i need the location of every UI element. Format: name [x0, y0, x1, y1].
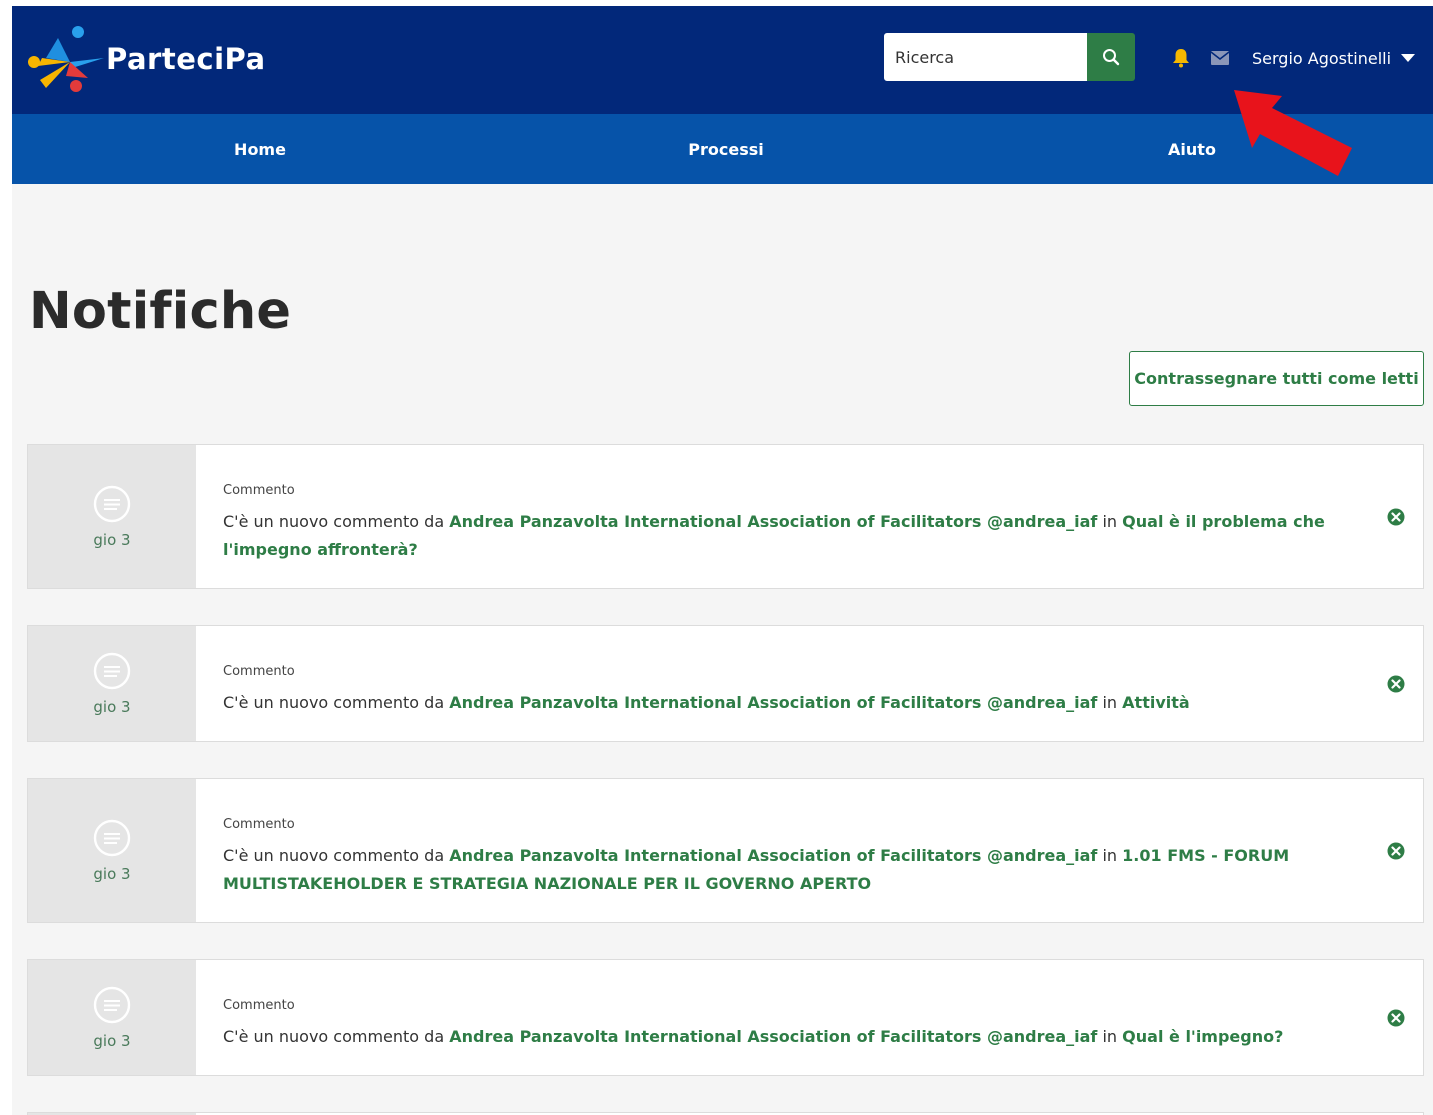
- search-input[interactable]: [884, 33, 1088, 81]
- notification-type: Commento: [223, 664, 295, 679]
- notification-date: gio 3: [93, 1032, 131, 1050]
- nav-item-home[interactable]: Home: [12, 114, 508, 184]
- notification-type: Commento: [223, 998, 295, 1013]
- search-button[interactable]: [1087, 33, 1135, 81]
- nav-item-processi[interactable]: Processi: [488, 114, 964, 184]
- comment-icon: [93, 986, 131, 1024]
- dismiss-icon[interactable]: [1386, 1008, 1406, 1028]
- notification-item: gio 3 Commento C'è un nuovo commento da …: [27, 959, 1424, 1076]
- notification-text: C'è un nuovo commento da Andrea Panzavol…: [223, 842, 1343, 898]
- brand-name: ParteciPa: [106, 42, 266, 76]
- notification-date: gio 3: [93, 865, 131, 883]
- dismiss-icon[interactable]: [1386, 674, 1406, 694]
- brand-logo[interactable]: ParteciPa: [26, 18, 286, 98]
- notification-date: gio 3: [93, 698, 131, 716]
- notification-connector: in: [1102, 512, 1118, 531]
- dismiss-icon[interactable]: [1386, 507, 1406, 527]
- comment-icon: [93, 485, 131, 523]
- page-frame: ParteciPa Sergio Agostinelli: [12, 6, 1433, 1115]
- notification-author-link[interactable]: Andrea Panzavolta International Associat…: [449, 693, 1097, 712]
- envelope-icon[interactable]: [1211, 51, 1229, 65]
- notification-item: gio 3 Commento C'è un nuovo commento da …: [27, 778, 1424, 923]
- user-menu[interactable]: Sergio Agostinelli: [1252, 46, 1416, 70]
- top-header: ParteciPa Sergio Agostinelli: [12, 6, 1433, 114]
- notification-prefix: C'è un nuovo commento da: [223, 1027, 445, 1046]
- partecipa-logo-icon: [28, 26, 104, 92]
- user-name: Sergio Agostinelli: [1252, 48, 1392, 68]
- notification-connector: in: [1102, 1027, 1118, 1046]
- notification-side: gio 3: [28, 960, 196, 1075]
- notification-side: gio 3: [28, 626, 196, 741]
- notification-connector: in: [1102, 846, 1118, 865]
- search-icon: [1103, 49, 1120, 66]
- notification-text: C'è un nuovo commento da Andrea Panzavol…: [223, 689, 1343, 717]
- annotation-arrow-icon: [1234, 90, 1352, 176]
- notification-prefix: C'è un nuovo commento da: [223, 512, 445, 531]
- notification-prefix: C'è un nuovo commento da: [223, 846, 445, 865]
- notification-body: Commento C'è un nuovo commento da Andrea…: [223, 483, 1343, 564]
- main-nav: Home Processi Aiuto: [12, 114, 1433, 184]
- notification-target-link[interactable]: Attività: [1122, 693, 1190, 712]
- notification-text: C'è un nuovo commento da Andrea Panzavol…: [223, 508, 1343, 564]
- nav-item-aiuto[interactable]: Aiuto: [954, 114, 1430, 184]
- notification-prefix: C'è un nuovo commento da: [223, 693, 445, 712]
- notification-body: Commento C'è un nuovo commento da Andrea…: [223, 817, 1343, 898]
- notification-author-link[interactable]: Andrea Panzavolta International Associat…: [449, 1027, 1097, 1046]
- bell-icon[interactable]: [1172, 48, 1190, 68]
- notification-item: gio 3 Commento C'è un nuovo commento da …: [27, 625, 1424, 742]
- notification-text: C'è un nuovo commento da Andrea Panzavol…: [223, 1023, 1343, 1051]
- notification-author-link[interactable]: Andrea Panzavolta International Associat…: [449, 512, 1097, 531]
- notification-target-link[interactable]: Qual è l'impegno?: [1122, 1027, 1283, 1046]
- comment-icon: [93, 819, 131, 857]
- page-title: Notifiche: [29, 282, 292, 341]
- notification-date: gio 3: [93, 531, 131, 549]
- notification-type: Commento: [223, 817, 295, 832]
- search-box: [884, 33, 1135, 81]
- notification-connector: in: [1102, 693, 1118, 712]
- notification-item: gio 3 Commento C'è un nuovo commento da …: [27, 444, 1424, 589]
- mark-all-read-button[interactable]: Contrassegnare tutti come letti: [1129, 351, 1424, 406]
- comment-icon: [93, 652, 131, 690]
- notification-side: gio 3: [28, 779, 196, 922]
- notification-side: gio 3: [28, 445, 196, 588]
- dismiss-icon[interactable]: [1386, 841, 1406, 861]
- notification-body: Commento C'è un nuovo commento da Andrea…: [223, 998, 1343, 1051]
- caret-down-icon: [1401, 54, 1416, 62]
- notification-body: Commento C'è un nuovo commento da Andrea…: [223, 664, 1343, 717]
- notification-type: Commento: [223, 483, 295, 498]
- notification-author-link[interactable]: Andrea Panzavolta International Associat…: [449, 846, 1097, 865]
